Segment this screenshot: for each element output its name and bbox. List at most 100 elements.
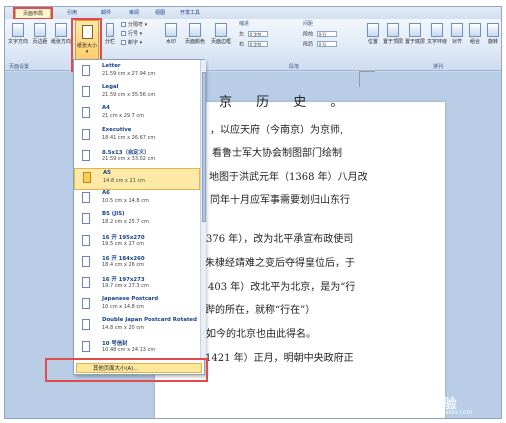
doc-line-3: 地图于洪武元年（1368 年）八月改 <box>209 172 368 183</box>
paper-size-name: 10 号信封 <box>102 340 128 347</box>
page-border-button[interactable]: 页面边框 <box>209 23 233 45</box>
orientation-label: 纸张方向 <box>51 39 72 45</box>
rotate-icon <box>487 23 499 37</box>
margins-button[interactable]: 页边距 <box>31 23 49 45</box>
bring-forward-button[interactable]: 置于顶层 <box>383 23 403 45</box>
spacing-before-input[interactable]: 0 行 <box>316 31 337 37</box>
paper-page-icon <box>82 234 90 246</box>
position-icon <box>367 23 379 37</box>
doc-line-2: 看鲁士军大协会制图部门绘制 <box>212 148 342 159</box>
hyphenation-icon <box>121 40 126 45</box>
indent-right-input[interactable]: 0 字符 <box>247 41 268 47</box>
paper-size-item[interactable]: Legal 21.59 cm x 35.56 cm <box>74 83 200 105</box>
paper-page-icon <box>82 277 90 288</box>
paper-size-dimensions: 18.4 cm x 26 cm <box>102 261 145 268</box>
paper-size-name: A6 <box>102 190 110 197</box>
paper-size-dimensions: 18.41 cm x 26.67 cm <box>102 134 156 141</box>
paper-size-dimensions: 18.2 cm x 25.7 cm <box>102 219 149 226</box>
align-button[interactable]: 对齐 <box>449 23 465 45</box>
paper-page-icon <box>83 172 91 183</box>
paper-page-icon <box>82 149 90 161</box>
paper-size-item[interactable]: B5 (JIS) 18.2 cm x 25.7 cm <box>74 210 200 232</box>
align-icon <box>451 23 463 37</box>
text-direction-label: 文字方向 <box>7 39 28 45</box>
indent-label: 缩进 <box>239 21 250 27</box>
word-window: 页面布局 引用 邮件 审阅 视图 开发工具 文字方向 页边距 纸张方向 纸张大小… <box>4 6 502 419</box>
spacing-after: 段后 0 行 <box>303 41 337 49</box>
breaks-button[interactable]: 分隔符 ▾ <box>121 22 147 29</box>
text-direction-button[interactable]: 文字方向 <box>7 23 29 45</box>
paper-size-item[interactable]: Letter 21.59 cm x 27.94 cm <box>74 62 200 84</box>
line-numbers-button[interactable]: 行号 ▾ <box>121 31 142 38</box>
position-button[interactable]: 位置 <box>365 23 381 45</box>
paper-size-name: 16 开 197x273 <box>102 277 145 283</box>
paper-page-icon <box>82 255 90 267</box>
tab-review[interactable]: 审阅 <box>123 8 145 19</box>
paper-page-icon <box>82 107 90 119</box>
rotate-button[interactable]: 旋转 <box>485 23 501 45</box>
paper-size-item[interactable]: A4 21 cm x 29.7 cm <box>74 104 200 126</box>
doc-line-7: 403 年）改北平为北京，是为“行 <box>208 282 356 293</box>
columns-button[interactable]: 分栏 <box>103 23 117 45</box>
doc-line-6: 燕王朱棣经靖难之变后夺得皇位后，于 <box>185 258 355 269</box>
paper-page-icon <box>82 213 90 225</box>
line-numbers-icon <box>121 31 126 36</box>
watermark-icon <box>165 23 177 37</box>
paper-size-dimensions: 19.5 cm x 27 cm <box>102 240 145 247</box>
doc-line-1: ，以应天府（今南京）为京师, <box>210 125 344 136</box>
paper-size-name: Legal <box>102 84 119 91</box>
paper-size-item[interactable]: A5 14.8 cm x 21 cm <box>74 168 200 190</box>
paper-size-item[interactable]: 10 号信封 10.48 cm x 24.13 cm <box>74 338 200 360</box>
paper-size-item[interactable]: 16 开 184x260 18.4 cm x 26 cm <box>74 253 200 275</box>
paper-size-dimensions: 10.5 cm x 14.8 cm <box>102 198 149 205</box>
scrollbar-thumb[interactable] <box>202 72 206 222</box>
baidu-watermark-url: jingyan.baidu.com <box>417 409 473 416</box>
paper-size-dimensions: 21.59 cm x 27.94 cm <box>102 71 156 77</box>
paper-size-dropdown: Letter 21.59 cm x 27.94 cm Legal 21.59 cm x… <box>73 59 206 375</box>
orientation-button[interactable]: 纸张方向 <box>51 23 71 45</box>
paper-size-item[interactable]: Japanese Postcard 10 cm x 14.8 cm <box>74 295 200 317</box>
spacing-after-input[interactable]: 0 行 <box>316 41 337 47</box>
group-button[interactable]: 组合 <box>467 23 483 45</box>
paper-size-item[interactable]: 8.5x13（自定义） 21.59 cm x 33.02 cm <box>74 147 200 169</box>
margins-icon <box>34 23 46 37</box>
paper-size-item[interactable]: A6 10.5 cm x 14.8 cm <box>74 189 200 211</box>
paper-page-icon <box>82 340 90 352</box>
paper-size-item[interactable]: 16 开 197x273 19.7 cm x 27.3 cm <box>74 274 200 296</box>
paper-size-dimensions: 14.8 cm x 21 cm <box>103 178 146 184</box>
paper-size-dimensions: 21.59 cm x 33.02 cm <box>102 155 156 162</box>
paper-page-icon <box>82 298 90 310</box>
dropdown-scrollbar[interactable] <box>200 60 206 360</box>
paper-size-name: 16 开 195x270 <box>102 234 145 241</box>
page-color-icon <box>189 23 201 37</box>
paper-size-name: A5 <box>103 170 111 176</box>
doc-line-5: 376 年），改为北平承宣布政使司 <box>206 234 354 245</box>
paper-page-icon <box>82 192 90 204</box>
hyphenation-button[interactable]: 断字 ▾ <box>121 40 142 47</box>
indent-left-input[interactable]: 0 字符 <box>247 31 268 37</box>
paper-size-item[interactable]: Executive 18.41 cm x 26.67 cm <box>74 126 200 148</box>
page-color-label: 页面颜色 <box>184 39 205 45</box>
send-backward-button[interactable]: 置于底层 <box>405 23 425 45</box>
tab-developer[interactable]: 开发工具 <box>175 8 205 19</box>
page-border-label: 页面边框 <box>210 39 231 45</box>
paper-size-item[interactable]: 16 开 195x270 19.5 cm x 27 cm <box>74 232 200 254</box>
columns-icon <box>106 23 114 37</box>
page-color-button[interactable]: 页面颜色 <box>183 23 207 45</box>
paper-size-dimensions: 19.7 cm x 27.3 cm <box>102 283 149 289</box>
more-sizes-highlight-box <box>45 358 208 382</box>
paper-page-icon <box>82 86 90 98</box>
orientation-icon <box>55 23 67 37</box>
paper-page-icon <box>82 319 90 331</box>
spacing-label: 间距 <box>303 21 314 27</box>
text-wrap-button[interactable]: 文字环绕 <box>427 23 447 45</box>
paper-size-name: Japanese Postcard <box>102 296 159 303</box>
paper-size-item[interactable]: Double Japan Postcard Rotated 14.8 cm x 2… <box>74 316 200 338</box>
watermark-button[interactable]: 水印 <box>161 23 181 45</box>
tab-view[interactable]: 视图 <box>149 8 171 19</box>
group-icon <box>469 23 481 37</box>
doc-line-4: 同年十月应军事需要划归山东行 <box>210 195 350 206</box>
text-wrap-icon <box>431 23 443 37</box>
paper-page-icon <box>82 65 90 76</box>
paper-size-name: 16 开 184x260 <box>102 255 145 262</box>
